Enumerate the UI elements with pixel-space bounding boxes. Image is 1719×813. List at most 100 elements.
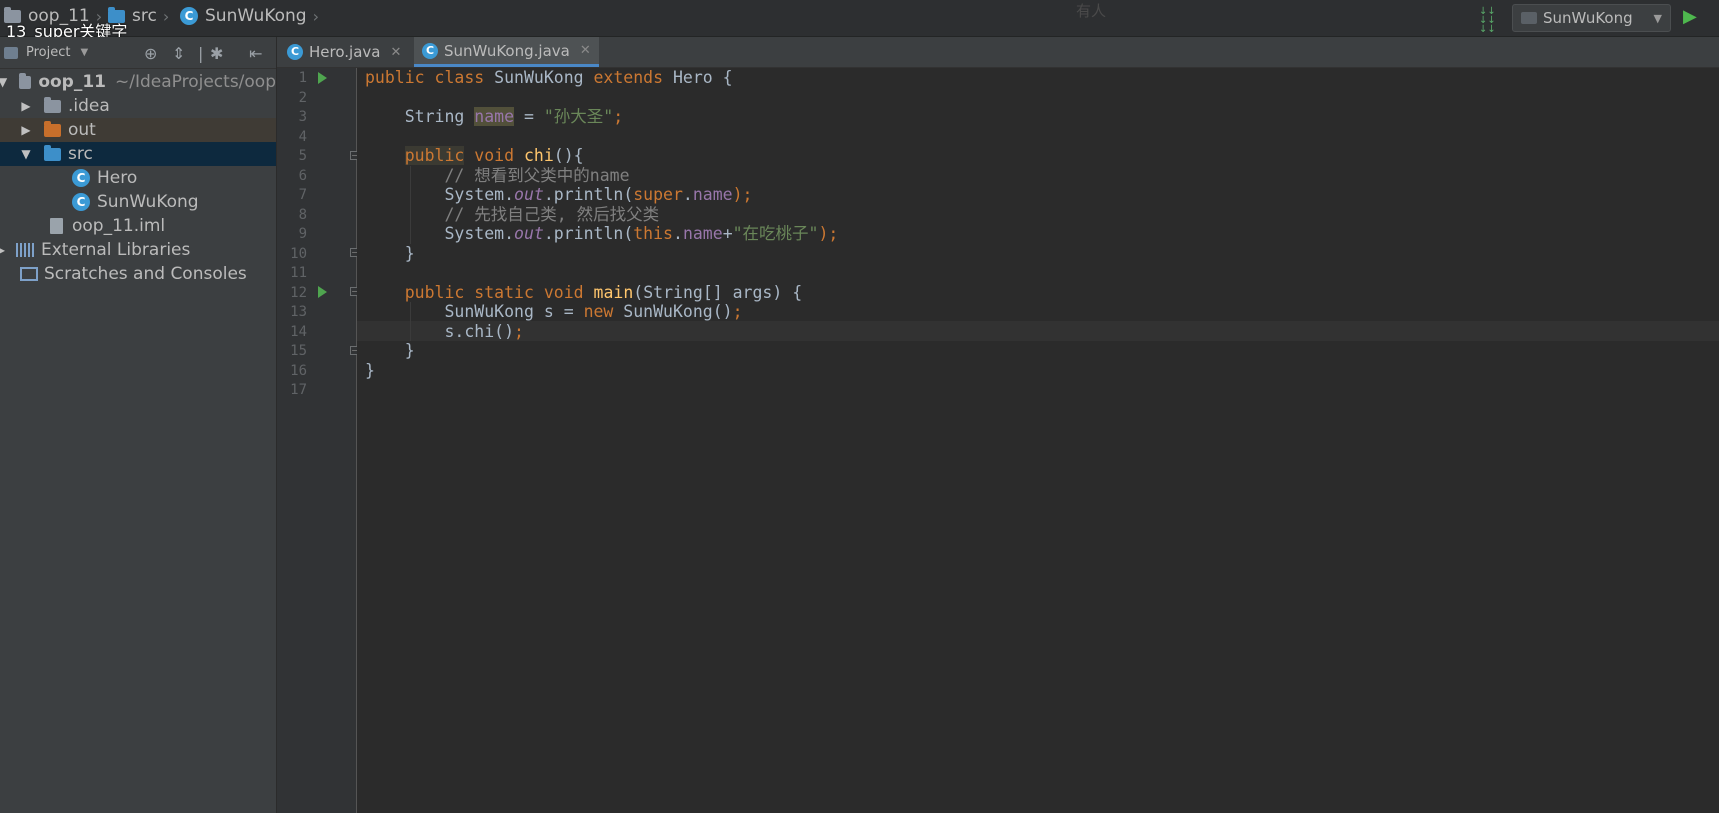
code-token: main <box>593 282 634 302</box>
code-token: name <box>474 107 515 126</box>
code-token: super <box>633 185 683 204</box>
navigation-bar: oop_11 › src › C SunWuKong › 13_super关键字… <box>0 0 1719 41</box>
close-icon[interactable]: ✕ <box>390 45 401 60</box>
code-line-3: String name = "孙大圣"; <box>365 107 623 127</box>
code-editor[interactable]: public class SunWuKong extends Hero { St… <box>357 68 1719 813</box>
tree-item-scratches[interactable]: Scratches and Consoles <box>0 262 276 286</box>
hide-panel-icon[interactable]: ⇤ <box>249 44 262 63</box>
code-token: (){ <box>553 146 584 165</box>
code-token: public <box>404 282 465 302</box>
breadcrumb-label: SunWuKong <box>205 6 307 26</box>
code-token: } <box>404 243 415 263</box>
code-token: ; <box>613 107 624 126</box>
tree-item-label: External Libraries <box>41 240 191 260</box>
tree-item-hero[interactable]: C Hero <box>0 166 276 190</box>
runnable-class-icon: C <box>72 193 90 211</box>
line-number: 16 <box>290 362 307 379</box>
tree-item-sunwukong[interactable]: C SunWuKong <box>0 190 276 214</box>
folder-icon <box>44 96 61 113</box>
tree-item-label: oop_11.iml <box>72 216 166 236</box>
expanded-arrow-icon[interactable]: ▼ <box>20 147 32 161</box>
project-icon <box>4 46 18 59</box>
project-view-select[interactable]: Project <box>26 45 70 60</box>
code-token: static <box>474 282 534 302</box>
line-number: 6 <box>298 167 307 184</box>
code-token: ); <box>818 224 839 243</box>
line-number: 11 <box>290 265 307 281</box>
chevron-down-icon[interactable]: ▼ <box>80 47 88 58</box>
line-number: 15 <box>290 343 307 359</box>
top-center-text: 有人 <box>1076 2 1107 20</box>
line-number: 17 <box>290 382 307 398</box>
code-token: "在吃桃子" <box>732 224 819 243</box>
tab-label: Hero.java <box>309 43 381 61</box>
code-token: SunWuKong() <box>613 302 733 321</box>
collapsed-arrow-icon[interactable]: ▶ <box>20 123 32 137</box>
project-view-header: Project ▼ ⊕ ⇕ | ✱ ⇤ <box>0 37 276 69</box>
code-token: ); <box>732 185 753 204</box>
tab-hero-java[interactable]: C Hero.java ✕ <box>279 37 409 67</box>
editor-tab-bar: C Hero.java ✕ C SunWuKong.java ✕ <box>277 37 1719 68</box>
tree-item-label: oop_11 <box>38 72 106 92</box>
tree-item-iml[interactable]: oop_11.iml <box>0 214 276 238</box>
tree-item-idea[interactable]: ▶ .idea <box>0 94 276 118</box>
run-icon[interactable]: ▶ <box>1683 6 1697 27</box>
libraries-icon <box>16 243 36 257</box>
expanded-arrow-icon[interactable]: ▼ <box>0 75 7 89</box>
tree-item-label: .idea <box>68 96 110 116</box>
line-number: 7 <box>298 187 307 203</box>
code-token: "孙大圣" <box>543 107 614 126</box>
code-token: extends <box>593 68 664 87</box>
code-token: } <box>365 360 375 380</box>
tree-item-src[interactable]: ▼ src <box>0 142 276 166</box>
tree-item-label: Scratches and Consoles <box>44 264 247 284</box>
tree-item-external-libraries[interactable]: ▸ External Libraries <box>0 238 276 262</box>
breadcrumb-item-class[interactable]: C SunWuKong › <box>180 6 319 26</box>
line-number: 4 <box>298 128 307 145</box>
breadcrumb-label: src <box>132 6 157 26</box>
code-token: new <box>583 302 614 321</box>
class-icon: C <box>72 169 90 187</box>
line-number: 8 <box>298 206 307 223</box>
line-number: 9 <box>298 226 307 242</box>
line-number: 3 <box>298 109 307 125</box>
collapse-all-icon[interactable]: ⇕ <box>172 44 185 63</box>
line-number: 14 <box>290 323 307 340</box>
module-icon <box>19 72 32 89</box>
code-token: public <box>404 146 465 165</box>
chevron-down-icon: ▼ <box>1653 11 1662 25</box>
code-token: name <box>692 185 733 204</box>
gear-icon[interactable]: ✱ <box>210 44 223 63</box>
close-icon[interactable]: ✕ <box>580 43 591 58</box>
tab-sunwukong-java[interactable]: C SunWuKong.java ✕ <box>414 37 599 67</box>
run-gutter-icon[interactable] <box>318 72 327 84</box>
run-configuration-select[interactable]: SunWuKong ▼ <box>1512 4 1671 32</box>
tree-item-out[interactable]: ▶ out <box>0 118 276 142</box>
line-number: 13 <box>290 304 307 320</box>
module-file-icon <box>50 218 63 234</box>
line-number: 12 <box>290 284 307 301</box>
line-number: 2 <box>298 89 307 106</box>
code-token: String <box>404 107 465 126</box>
run-gutter-icon[interactable] <box>318 286 327 298</box>
code-token: SunWuKong <box>494 68 584 87</box>
collapsed-arrow-icon[interactable]: ▸ <box>0 243 6 257</box>
tab-label: SunWuKong.java <box>444 41 570 60</box>
tree-item-label: SunWuKong <box>97 192 199 212</box>
code-line-1: public class SunWuKong extends Hero { <box>365 68 733 88</box>
project-tool-window: Project ▼ ⊕ ⇕ | ✱ ⇤ ▼ oop_11 ~/IdeaProje… <box>0 37 277 813</box>
code-line-15: } <box>365 341 415 361</box>
editor-gutter: 1 2 3 4 5 6 7 8 9 10 11 12 13 14 15 16 1… <box>277 68 359 813</box>
code-token: (String[] args) { <box>633 282 803 302</box>
tree-item-module[interactable]: ▼ oop_11 ~/IdeaProjects/oop <box>0 70 276 94</box>
code-token: name <box>682 224 723 243</box>
code-line-6: // 想看到父类中的name <box>365 166 629 186</box>
sort-icon[interactable]: ↓↓ ↓↓ ↓↓ <box>1479 7 1496 35</box>
source-folder-icon <box>44 144 61 161</box>
code-token: = <box>523 107 534 126</box>
code-token: Hero { <box>672 68 733 87</box>
line-number: 10 <box>290 245 307 262</box>
locate-icon[interactable]: ⊕ <box>144 44 157 63</box>
collapsed-arrow-icon[interactable]: ▶ <box>20 99 32 113</box>
code-line-8: // 先找自己类, 然后找父类 <box>365 205 659 225</box>
